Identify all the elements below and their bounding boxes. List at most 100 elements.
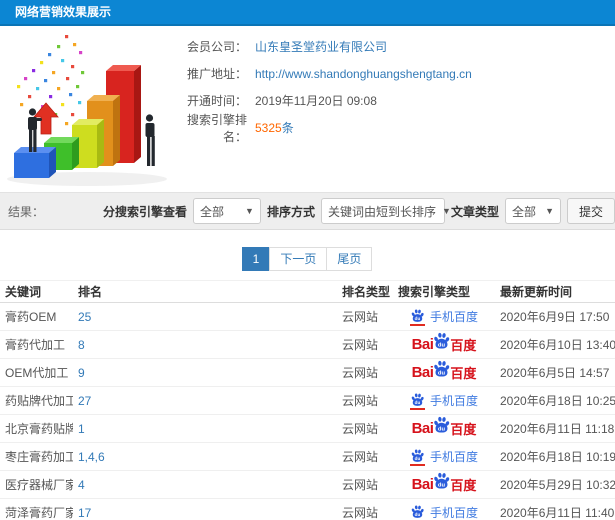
keyword-text: 膏药OEM bbox=[5, 310, 57, 324]
article-type-select[interactable]: 全部 ▼ bbox=[505, 198, 561, 224]
baidu-logo-paw-icon: du bbox=[432, 471, 451, 490]
engine-filter-label: 分搜索引擎查看 bbox=[102, 204, 187, 219]
baidu-mobile-badge: du 手机百度 bbox=[409, 448, 478, 466]
baidu-logo-bai-text: Bai bbox=[411, 420, 434, 437]
info-row-rank-count: 搜索引擎排名： 5325 条 bbox=[177, 113, 472, 144]
results-table: 关键词 排名 排名类型 搜索引擎类型 最新更新时间 膏药OEM 25 云网站 du 手机百度 20… bbox=[0, 280, 615, 520]
updated-time-text: 2020年6月9日 17:50 bbox=[500, 310, 610, 324]
svg-text:du: du bbox=[415, 512, 421, 517]
keyword-text: 药贴牌代加工 bbox=[5, 394, 73, 408]
pagination: 1 下一页 尾页 bbox=[0, 247, 615, 271]
table-row: 膏药代加工 8 云网站 Bai du 百度 2020年6月10日 13:40 bbox=[0, 330, 615, 359]
baidu-logo-bai-text: Bai bbox=[411, 336, 434, 353]
column-header: 排名 bbox=[73, 280, 337, 303]
baidu-logo-cn-text: 百度 bbox=[450, 478, 477, 493]
rank-link[interactable]: 17 bbox=[78, 506, 91, 520]
rank-type-text: 云网站 bbox=[342, 422, 379, 436]
baidu-paw-icon: du bbox=[411, 504, 424, 518]
column-header: 排名类型 bbox=[337, 280, 393, 303]
baidu-paw-icon: du bbox=[411, 308, 424, 322]
baidu-logo-cn-text: 百度 bbox=[450, 422, 477, 437]
rank-link[interactable]: 25 bbox=[78, 310, 91, 324]
updated-time-text: 2020年6月11日 11:40 bbox=[500, 506, 615, 520]
article-type-label: 文章类型 bbox=[450, 204, 499, 219]
pagination-last-button[interactable]: 尾页 bbox=[326, 247, 373, 271]
info-row-company: 会员公司： 山东皇圣堂药业有限公司 bbox=[177, 33, 472, 60]
keyword-text: 枣庄膏药加工 bbox=[5, 450, 73, 464]
baidu-mobile-label: 手机百度 bbox=[429, 310, 478, 324]
rank-link[interactable]: 9 bbox=[78, 366, 85, 380]
column-header: 关键词 bbox=[0, 280, 73, 303]
rank-link[interactable]: 8 bbox=[78, 338, 85, 352]
baidu-mobile-label: 手机百度 bbox=[429, 450, 478, 464]
svg-text:du: du bbox=[438, 342, 446, 348]
keyword-text: 医疗器械厂家 bbox=[5, 478, 73, 492]
updated-time-text: 2020年6月18日 10:25 bbox=[500, 394, 615, 408]
rank-type-text: 云网站 bbox=[342, 506, 379, 520]
baidu-mobile-badge: du 手机百度 bbox=[409, 392, 478, 410]
table-row: 医疗器械厂家 4 云网站 Bai du 百度 2020年5月29日 10:32 bbox=[0, 470, 615, 499]
table-row: 北京膏药贴牌 1 云网站 Bai du 百度 2020年6月11日 11:18 bbox=[0, 414, 615, 443]
marketing-chart-illustration bbox=[2, 30, 184, 188]
svg-text:du: du bbox=[438, 426, 446, 432]
baidu-paw-icon: du bbox=[434, 472, 450, 489]
svg-text:du: du bbox=[415, 400, 421, 405]
engine-filter-select[interactable]: 全部 ▼ bbox=[192, 198, 261, 224]
rank-count-unit-link[interactable]: 条 bbox=[282, 119, 294, 136]
baidu-mobile-paw-icon: du bbox=[409, 392, 425, 410]
updated-time-text: 2020年5月29日 10:32 bbox=[500, 478, 615, 492]
company-name-link[interactable]: 山东皇圣堂药业有限公司 bbox=[255, 38, 387, 55]
svg-text:du: du bbox=[438, 482, 446, 488]
open-time-label: 开通时间： bbox=[186, 94, 247, 108]
baidu-mobile-paw-icon: du bbox=[409, 308, 425, 326]
column-header: 最新更新时间 bbox=[495, 280, 615, 303]
chevron-down-icon: ▼ bbox=[545, 206, 554, 216]
result-label: 结果： bbox=[8, 204, 45, 219]
svg-text:du: du bbox=[415, 456, 421, 461]
baidu-paw-icon: du bbox=[434, 332, 450, 349]
updated-time-text: 2020年6月5日 14:57 bbox=[500, 366, 610, 380]
column-header: 搜索引擎类型 bbox=[393, 280, 495, 303]
table-row: 菏泽膏药厂家 17 云网站 du 手机百度 2020年6月11日 11:40 bbox=[0, 498, 615, 520]
rank-type-text: 云网站 bbox=[342, 310, 379, 324]
rank-link[interactable]: 1 bbox=[78, 422, 85, 436]
keyword-text: 北京膏药贴牌 bbox=[5, 422, 73, 436]
updated-time-text: 2020年6月11日 11:18 bbox=[500, 422, 615, 436]
table-row: 枣庄膏药加工 1,4,6 云网站 du 手机百度 2020年6月18日 10:19 bbox=[0, 442, 615, 471]
rank-type-text: 云网站 bbox=[342, 478, 379, 492]
submit-button[interactable]: 提交 bbox=[567, 198, 615, 224]
baidu-logo-paw-icon: du bbox=[432, 359, 451, 378]
engine-filter-value: 全部 bbox=[199, 204, 224, 219]
rank-type-text: 云网站 bbox=[342, 366, 379, 380]
pagination-current-page[interactable]: 1 bbox=[241, 247, 271, 271]
baidu-mobile-label: 手机百度 bbox=[429, 394, 478, 408]
keyword-text: 菏泽膏药厂家 bbox=[5, 506, 73, 520]
marketing-report-page: 网络营销效果展示 会员公司： 山东皇圣堂药业有限公司 推广地址： http://… bbox=[0, 0, 615, 520]
baidu-logo: Bai du 百度 bbox=[411, 472, 477, 494]
table-row: OEM代加工 9 云网站 Bai du 百度 2020年6月5日 14:57 bbox=[0, 358, 615, 387]
businessman-right bbox=[145, 114, 155, 166]
svg-text:du: du bbox=[438, 370, 446, 376]
table-row: 药贴牌代加工 27 云网站 du 手机百度 2020年6月18日 10:25 bbox=[0, 386, 615, 415]
sort-filter-label: 排序方式 bbox=[266, 204, 315, 219]
chevron-down-icon: ▼ bbox=[245, 206, 254, 216]
info-section: 会员公司： 山东皇圣堂药业有限公司 推广地址： http://www.shand… bbox=[0, 26, 615, 192]
results-table-body: 膏药OEM 25 云网站 du 手机百度 2020年6月9日 17:50 膏药代加工 8 云网站… bbox=[0, 302, 615, 520]
baidu-logo-bai-text: Bai bbox=[411, 364, 434, 381]
baidu-logo-bai-text: Bai bbox=[411, 476, 434, 493]
pagination-next-button[interactable]: 下一页 bbox=[269, 247, 328, 271]
baidu-mobile-badge: du 手机百度 bbox=[409, 504, 478, 520]
company-info: 会员公司： 山东皇圣堂药业有限公司 推广地址： http://www.shand… bbox=[177, 33, 472, 144]
keyword-text: OEM代加工 bbox=[5, 366, 69, 380]
promo-url-link[interactable]: http://www.shandonghuangshengtang.cn bbox=[255, 67, 472, 81]
rank-link[interactable]: 4 bbox=[78, 478, 85, 492]
rank-link[interactable]: 27 bbox=[78, 394, 91, 408]
rank-type-text: 云网站 bbox=[342, 394, 379, 408]
baidu-paw-icon: du bbox=[411, 448, 424, 462]
baidu-paw-icon: du bbox=[434, 360, 450, 377]
rank-type-text: 云网站 bbox=[342, 338, 379, 352]
sort-filter-select[interactable]: 关键词由短到长排序 ▼ bbox=[320, 198, 451, 224]
promo-url-label: 推广地址： bbox=[186, 67, 247, 81]
rank-link[interactable]: 1,4,6 bbox=[78, 450, 105, 464]
svg-text:du: du bbox=[415, 316, 421, 321]
